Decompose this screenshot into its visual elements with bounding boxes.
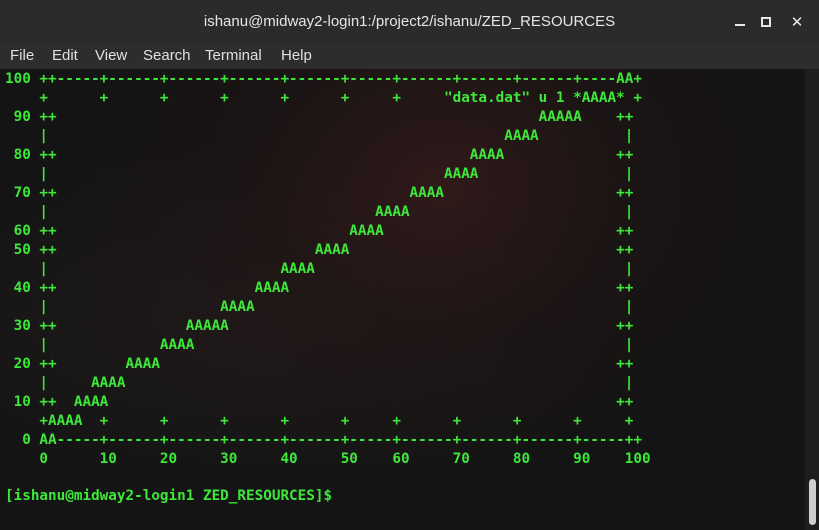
menu-help[interactable]: Help [281,47,312,64]
terminal-line: | AAAA | [5,166,634,182]
terminal-line: | AAAA | [5,261,634,277]
title-bar[interactable]: ishanu@midway2-login1:/project2/ishanu/Z… [0,0,819,45]
terminal-line: 20 ++ AAAA ++ [5,356,634,372]
scrollbar[interactable] [805,69,819,530]
terminal-line: 80 ++ AAAA ++ [5,147,634,163]
window-title: ishanu@midway2-login1:/project2/ishanu/Z… [203,13,616,30]
terminal-line: 40 ++ AAAA ++ [5,280,634,296]
maximize-button[interactable] [756,12,776,32]
terminal-line: 100 ++-----+------+------+------+------+… [5,71,642,87]
terminal-output[interactable]: 100 ++-----+------+------+------+------+… [0,69,805,530]
menu-terminal[interactable]: Terminal [205,47,262,64]
minimize-button[interactable] [730,12,750,32]
terminal-line: | AAAA | [5,204,634,220]
terminal-line: 0 10 20 30 40 50 60 70 80 90 100 [5,451,651,467]
terminal-line: 0 AA-----+------+------+------+------+--… [5,432,642,448]
maximize-icon [761,17,771,27]
terminal-line: | AAAA | [5,299,634,315]
ascii-plot-output: 100 ++-----+------+------+------+------+… [5,70,651,469]
terminal-line: 70 ++ AAAA ++ [5,185,634,201]
scrollbar-thumb[interactable] [809,479,816,525]
menu-view[interactable]: View [95,47,127,64]
terminal-line: | AAAA | [5,337,634,353]
menu-edit[interactable]: Edit [52,47,78,64]
menu-bar: File Edit View Search Terminal Help [0,44,819,69]
terminal-line: 50 ++ AAAA ++ [5,242,634,258]
terminal-line: 90 ++ AAAAA ++ [5,109,634,125]
minimize-icon [735,24,745,26]
close-icon: ✕ [790,13,804,31]
terminal-line: 30 ++ AAAAA ++ [5,318,634,334]
menu-search[interactable]: Search [143,47,191,64]
terminal-line: + + + + + + + "data.dat" u 1 *AAAA* + [5,90,642,106]
terminal-line: 60 ++ AAAA ++ [5,223,634,239]
terminal-line: 10 ++ AAAA ++ [5,394,634,410]
close-button[interactable]: ✕ [787,12,807,32]
terminal-line: | AAAA | [5,375,634,391]
menu-file[interactable]: File [10,47,34,64]
terminal-window: ishanu@midway2-login1:/project2/ishanu/Z… [0,0,819,530]
terminal-line: +AAAA + + + + + + + + + + [5,413,634,429]
terminal-line: | AAAA | [5,128,634,144]
shell-prompt[interactable]: [ishanu@midway2-login1 ZED_RESOURCES]$ [5,487,341,506]
